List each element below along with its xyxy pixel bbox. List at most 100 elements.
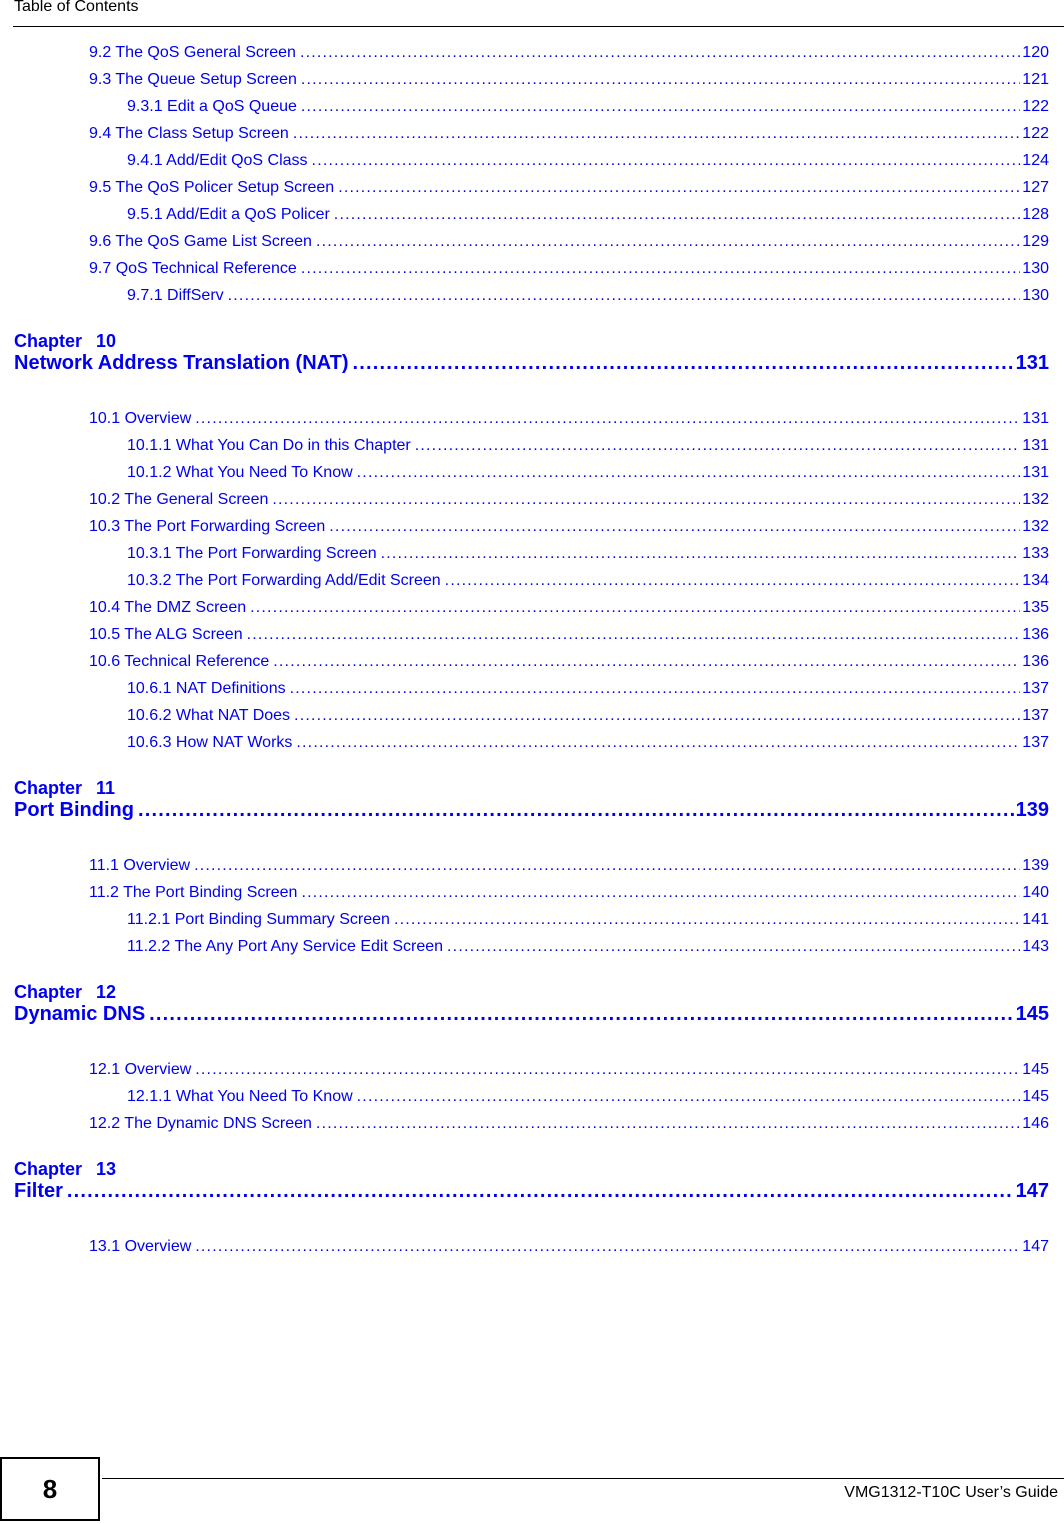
page-ref: 130 bbox=[1022, 287, 1049, 304]
toc-chapter-link[interactable]: Network Address Translation (NAT) 131 bbox=[14, 350, 1049, 376]
chapter-title: Dynamic DNS bbox=[14, 1003, 146, 1025]
toc-entry-link[interactable]: 13.1 Overview 147 bbox=[89, 1237, 1049, 1257]
toc-entry-link[interactable]: 10.5 The ALG Screen 136 bbox=[89, 625, 1049, 645]
entry-title: 9.4.1 Add/Edit QoS Class bbox=[127, 152, 308, 169]
toc-chapter-link[interactable]: Port Binding 139 bbox=[14, 797, 1049, 823]
page-ref: 131 bbox=[1015, 352, 1049, 374]
page-ref: 135 bbox=[1022, 599, 1049, 616]
dot-leader bbox=[447, 937, 1020, 957]
page-ref: 131 bbox=[1022, 437, 1049, 454]
dot-leader bbox=[301, 259, 1020, 279]
chapter-label: Chapter 12 bbox=[14, 981, 116, 1003]
toc-entry-link[interactable]: 9.3.1 Edit a QoS Queue 122 bbox=[127, 97, 1049, 117]
header-divider bbox=[13, 26, 1064, 27]
toc-entry-link[interactable]: 10.6.3 How NAT Works 137 bbox=[127, 733, 1049, 753]
dot-leader bbox=[301, 883, 1020, 903]
entry-title: 10.3.1 The Port Forwarding Screen bbox=[127, 545, 377, 562]
entry-title: 11.2.2 The Any Port Any Service Edit Scr… bbox=[127, 938, 444, 955]
toc-entry-link[interactable]: 9.3 The Queue Setup Screen 121 bbox=[89, 70, 1049, 90]
toc-chapter-link[interactable]: Filter 147 bbox=[14, 1178, 1049, 1204]
entry-title: 10.1.2 What You Need To Know bbox=[127, 464, 353, 481]
chapter-number: 10 bbox=[96, 331, 117, 351]
toc-entry-link[interactable]: 11.2.1 Port Binding Summary Screen 141 bbox=[127, 910, 1049, 930]
entry-title: 9.5 The QoS Policer Setup Screen bbox=[89, 179, 335, 196]
toc-entry-link[interactable]: 10.6.2 What NAT Does 137 bbox=[127, 706, 1049, 726]
toc-entry-link[interactable]: 9.4.1 Add/Edit QoS Class 124 bbox=[127, 151, 1049, 171]
page-ref: 146 bbox=[1022, 1115, 1049, 1132]
toc-entry-link[interactable]: 10.6 Technical Reference 136 bbox=[89, 652, 1049, 672]
entry-title: 9.2 The QoS General Screen bbox=[89, 44, 296, 61]
page-ref: 139 bbox=[1022, 857, 1049, 874]
chapter-word: Chapter bbox=[14, 1159, 83, 1179]
page-ref: 120 bbox=[1022, 44, 1049, 61]
dot-leader bbox=[445, 571, 1021, 591]
entry-title: 10.6.1 NAT Definitions bbox=[127, 680, 286, 697]
dot-leader bbox=[67, 1178, 1014, 1204]
entry-title: 10.1.1 What You Can Do in this Chapter bbox=[127, 437, 411, 454]
toc-entry-link[interactable]: 10.1 Overview 131 bbox=[89, 409, 1049, 429]
entry-title: 10.5 The ALG Screen bbox=[89, 626, 243, 643]
dot-leader bbox=[353, 350, 1014, 376]
toc-entry-link[interactable]: 9.7.1 DiffServ 130 bbox=[127, 286, 1049, 306]
dot-leader bbox=[312, 151, 1021, 171]
page-ref: 128 bbox=[1022, 206, 1049, 223]
dot-leader bbox=[381, 544, 1021, 564]
toc-entry-link[interactable]: 12.2 The Dynamic DNS Screen 146 bbox=[89, 1114, 1049, 1134]
toc-entry-link[interactable]: 9.5.1 Add/Edit a QoS Policer 128 bbox=[127, 205, 1049, 225]
toc-chapter-link[interactable]: Dynamic DNS 145 bbox=[14, 1001, 1049, 1027]
toc-entry-link[interactable]: 12.1 Overview 145 bbox=[89, 1060, 1049, 1080]
toc-entry-link[interactable]: 11.2 The Port Binding Screen 140 bbox=[89, 883, 1049, 903]
page-ref: 133 bbox=[1022, 545, 1049, 562]
page-ref: 130 bbox=[1022, 260, 1049, 277]
toc-entry-link[interactable]: 10.1.2 What You Need To Know 131 bbox=[127, 463, 1049, 483]
dot-leader bbox=[195, 1060, 1020, 1080]
entry-title: 10.1 Overview bbox=[89, 410, 192, 427]
toc-entry-link[interactable]: 11.2.2 The Any Port Any Service Edit Scr… bbox=[127, 937, 1049, 957]
entry-title: 10.6.2 What NAT Does bbox=[127, 707, 291, 724]
toc-entry-link[interactable]: 10.1.1 What You Can Do in this Chapter 13… bbox=[127, 436, 1049, 456]
toc-entry-link[interactable]: 9.6 The QoS Game List Screen 129 bbox=[89, 232, 1049, 252]
chapter-title: Network Address Translation (NAT) bbox=[14, 352, 349, 374]
page-ref: 124 bbox=[1022, 152, 1049, 169]
entry-title: 9.6 The QoS Game List Screen bbox=[89, 233, 312, 250]
toc-entry-link[interactable]: 9.2 The QoS General Screen 120 bbox=[89, 43, 1049, 63]
footer-divider bbox=[102, 1478, 1064, 1479]
toc-entry-link[interactable]: 9.7 QoS Technical Reference 130 bbox=[89, 259, 1049, 279]
header-title: Table of Contents bbox=[14, 0, 139, 15]
page-ref: 131 bbox=[1022, 410, 1049, 427]
page-ref: 136 bbox=[1022, 626, 1049, 643]
page-ref: 145 bbox=[1022, 1061, 1049, 1078]
toc-entry-link[interactable]: 9.4 The Class Setup Screen 122 bbox=[89, 124, 1049, 144]
dot-leader bbox=[149, 1001, 1013, 1027]
dot-leader bbox=[334, 205, 1021, 225]
page-ref: 129 bbox=[1022, 233, 1049, 250]
entry-title: 12.1.1 What You Need To Know bbox=[127, 1088, 353, 1105]
chapter-title: Filter bbox=[14, 1180, 63, 1202]
page-ref: 122 bbox=[1022, 125, 1049, 142]
entry-title: 9.7 QoS Technical Reference bbox=[89, 260, 297, 277]
entry-title: 9.3.1 Edit a QoS Queue bbox=[127, 98, 297, 115]
toc-entry-link[interactable]: 10.4 The DMZ Screen 135 bbox=[89, 598, 1049, 618]
entry-title: 9.3 The Queue Setup Screen bbox=[89, 71, 297, 88]
page-number: 8 bbox=[42, 1473, 58, 1504]
toc-entry-link[interactable]: 11.1 Overview 139 bbox=[89, 856, 1049, 876]
dot-leader bbox=[195, 1237, 1020, 1257]
page-ref: 147 bbox=[1015, 1180, 1049, 1202]
toc-entry-link[interactable]: 9.5 The QoS Policer Setup Screen 127 bbox=[89, 178, 1049, 198]
chapter-label: Chapter 11 bbox=[14, 777, 115, 799]
guide-title: VMG1312-T10C User’s Guide bbox=[844, 1484, 1058, 1501]
dot-leader bbox=[296, 733, 1020, 753]
toc-entry-link[interactable]: 10.3.2 The Port Forwarding Add/Edit Scre… bbox=[127, 571, 1049, 591]
chapter-title: Port Binding bbox=[14, 799, 134, 821]
dot-leader bbox=[294, 706, 1020, 726]
page-ref: 134 bbox=[1022, 572, 1049, 589]
toc-entry-link[interactable]: 10.3.1 The Port Forwarding Screen 133 bbox=[127, 544, 1049, 564]
toc-entry-link[interactable]: 10.3 The Port Forwarding Screen 132 bbox=[89, 517, 1049, 537]
page-number-box: 8 bbox=[0, 1457, 100, 1521]
chapter-number: 11 bbox=[96, 778, 116, 798]
toc-entry-link[interactable]: 10.2 The General Screen 132 bbox=[89, 490, 1049, 510]
chapter-number: 13 bbox=[96, 1159, 117, 1179]
toc-entry-link[interactable]: 10.6.1 NAT Definitions 137 bbox=[127, 679, 1049, 699]
dot-leader bbox=[290, 679, 1021, 699]
toc-entry-link[interactable]: 12.1.1 What You Need To Know 145 bbox=[127, 1087, 1049, 1107]
